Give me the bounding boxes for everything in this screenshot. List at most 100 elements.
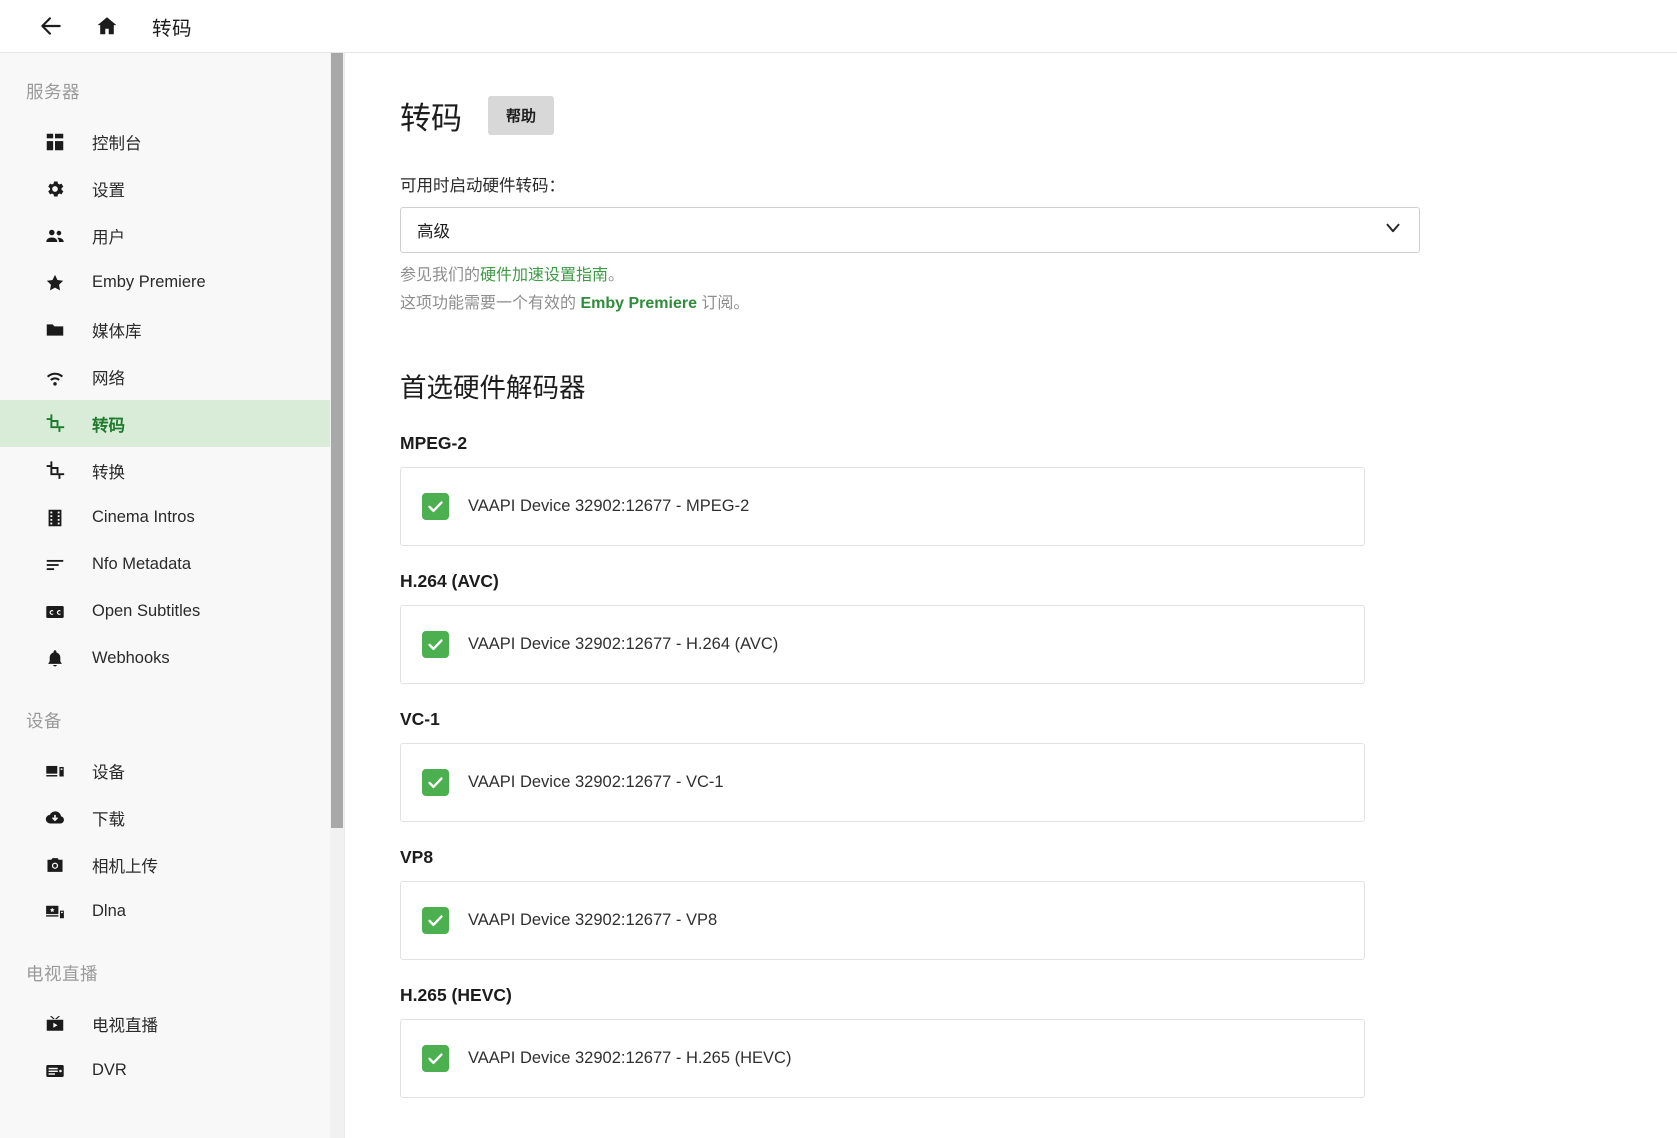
sidebar-group-title: 电视直播 — [26, 964, 98, 984]
sidebar-item-相机上传[interactable]: 相机上传 — [0, 841, 344, 888]
sidebar-item-设置[interactable]: 设置 — [0, 165, 344, 212]
camera-icon — [44, 853, 70, 877]
hardware-acceleration-guide-link[interactable]: 硬件加速设置指南 — [480, 267, 608, 284]
checkbox-checked-icon[interactable] — [422, 631, 449, 658]
list-icon — [44, 553, 70, 577]
sidebar-item-nfo-metadata[interactable]: Nfo Metadata — [0, 541, 344, 588]
home-icon — [95, 14, 119, 38]
sidebar-item-label: 转换 — [92, 463, 125, 482]
sidebar-item-label: Open Subtitles — [92, 602, 201, 620]
sidebar-item-label: Webhooks — [92, 649, 170, 667]
sidebar-item-label: 控制台 — [92, 134, 142, 153]
sidebar-group-title: 服务器 — [26, 82, 80, 102]
premiere-suffix: 订阅。 — [696, 295, 750, 312]
helper-suffix: 。 — [608, 267, 625, 284]
sidebar-item-label: 转码 — [92, 416, 125, 435]
home-button[interactable] — [86, 5, 128, 47]
sidebar-item-控制台[interactable]: 控制台 — [0, 118, 344, 165]
sidebar-item-webhooks[interactable]: Webhooks — [0, 635, 344, 682]
sidebar-item-下载[interactable]: 下载 — [0, 794, 344, 841]
device-label: VAAPI Device 32902:12677 - VP8 — [468, 911, 718, 929]
decoder-list: MPEG-2 VAAPI Device 32902:12677 - MPEG-2 H… — [400, 433, 1365, 1098]
hwa-select-wrapper: 高级 — [400, 207, 1420, 253]
wifi-icon — [44, 365, 70, 389]
main-content: 转码 帮助 可用时启动硬件转码： 高级 参见我们的硬件加速设置指南。 这项功能需… — [345, 53, 1677, 1138]
device-label: VAAPI Device 32902:12677 - VC-1 — [468, 773, 724, 791]
hwa-field-label: 可用时启动硬件转码： — [400, 177, 565, 195]
sidebar-item-label: 相机上传 — [92, 857, 158, 876]
codec-label: VC-1 — [400, 709, 440, 729]
sidebar-item-label: 网络 — [92, 369, 125, 388]
sidebar-scrollbar-track[interactable] — [330, 53, 344, 1138]
help-button[interactable]: 帮助 — [488, 96, 555, 135]
users-icon — [44, 224, 70, 248]
top-bar: 转码 — [0, 0, 1677, 52]
sidebar-item-转换[interactable]: 转换 — [0, 447, 344, 494]
sidebar-item-label: 下载 — [92, 810, 125, 829]
arrow-left-icon — [38, 13, 64, 39]
dvr-icon — [44, 1059, 70, 1083]
hwa-select[interactable]: 高级 — [400, 207, 1420, 253]
sidebar-item-电视直播[interactable]: 电视直播 — [0, 1000, 344, 1047]
sidebar-item-label: 设置 — [92, 181, 125, 200]
film-icon — [44, 506, 70, 530]
sidebar-item-label: Dlna — [92, 902, 126, 920]
sidebar-item-媒体库[interactable]: 媒体库 — [0, 306, 344, 353]
sidebar-item-label: Nfo Metadata — [92, 555, 192, 573]
codec-label: MPEG-2 — [400, 433, 468, 453]
sidebar-item-cinema-intros[interactable]: Cinema Intros — [0, 494, 344, 541]
dlna-icon — [44, 900, 70, 924]
sidebar-item-emby-premiere[interactable]: Emby Premiere — [0, 259, 344, 306]
checkbox-checked-icon[interactable] — [422, 769, 449, 796]
sidebar-scrollbar-thumb[interactable] — [331, 53, 343, 828]
sidebar-list: 服务器控制台设置用户 Emby Premiere 媒体库网络转码转换 Cinema I… — [0, 53, 344, 1138]
device-label: VAAPI Device 32902:12677 - MPEG-2 — [468, 497, 750, 515]
helper-line-guide: 参见我们的硬件加速设置指南。 — [400, 262, 1365, 290]
sidebar-item-label: DVR — [92, 1061, 127, 1079]
sidebar-item-label: Cinema Intros — [92, 508, 195, 526]
checkbox-checked-icon[interactable] — [422, 493, 449, 520]
premiere-prefix: 这项功能需要一个有效的 — [400, 295, 581, 312]
convert-icon — [44, 459, 70, 483]
bell-icon — [44, 647, 70, 671]
codec-card: VAAPI Device 32902:12677 - VP8 — [400, 881, 1365, 960]
checkbox-checked-icon[interactable] — [422, 1045, 449, 1072]
sidebar-item-转码[interactable]: 转码 — [0, 400, 344, 447]
title-row: 转码 帮助 — [400, 93, 1365, 138]
codec-card: VAAPI Device 32902:12677 - H.264 (AVC) — [400, 605, 1365, 684]
sidebar-item-网络[interactable]: 网络 — [0, 353, 344, 400]
sidebar-item-dvr[interactable]: DVR — [0, 1047, 344, 1094]
star-icon — [44, 271, 70, 295]
cloud-download-icon — [44, 806, 70, 830]
folder-icon — [44, 318, 70, 342]
top-bar-title: 转码 — [152, 17, 193, 40]
sidebar-item-label: 设备 — [92, 763, 125, 782]
transcode-icon — [44, 412, 70, 436]
cc-icon — [44, 600, 70, 624]
gear-icon — [44, 177, 70, 201]
sidebar-item-label: Emby Premiere — [92, 273, 206, 291]
sidebar-item-open-subtitles[interactable]: Open Subtitles — [0, 588, 344, 635]
page-body: 服务器 控制台 设置 用户 Emby Premiere 媒体库 网络 转码 转换 Cinema I… — [0, 52, 1677, 1138]
sidebar-group-title: 设备 — [26, 711, 62, 731]
helper-prefix: 参见我们的 — [400, 267, 481, 284]
codec-label: H.265 (HEVC) — [400, 985, 512, 1005]
devices-icon — [44, 759, 70, 783]
helper-line-premiere: 这项功能需要一个有效的 Emby Premiere 订阅。 — [400, 290, 1365, 318]
codec-label: VP8 — [400, 847, 434, 867]
decoders-heading: 首选硬件解码器 — [400, 373, 586, 403]
codec-card: VAAPI Device 32902:12677 - H.265 (HEVC) — [400, 1019, 1365, 1098]
sidebar-item-label: 电视直播 — [92, 1016, 158, 1035]
back-button[interactable] — [30, 5, 72, 47]
sidebar: 服务器控制台设置用户 Emby Premiere 媒体库网络转码转换 Cinema I… — [0, 53, 345, 1138]
sidebar-item-用户[interactable]: 用户 — [0, 212, 344, 259]
sidebar-item-设备[interactable]: 设备 — [0, 747, 344, 794]
device-label: VAAPI Device 32902:12677 - H.264 (AVC) — [468, 635, 779, 653]
page-title: 转码 — [400, 101, 462, 136]
dashboard-icon — [44, 130, 70, 154]
live-tv-icon — [44, 1012, 70, 1036]
sidebar-item-dlna[interactable]: Dlna — [0, 888, 344, 935]
checkbox-checked-icon[interactable] — [422, 907, 449, 934]
device-label: VAAPI Device 32902:12677 - H.265 (HEVC) — [468, 1049, 792, 1067]
sidebar-item-label: 媒体库 — [92, 322, 142, 341]
